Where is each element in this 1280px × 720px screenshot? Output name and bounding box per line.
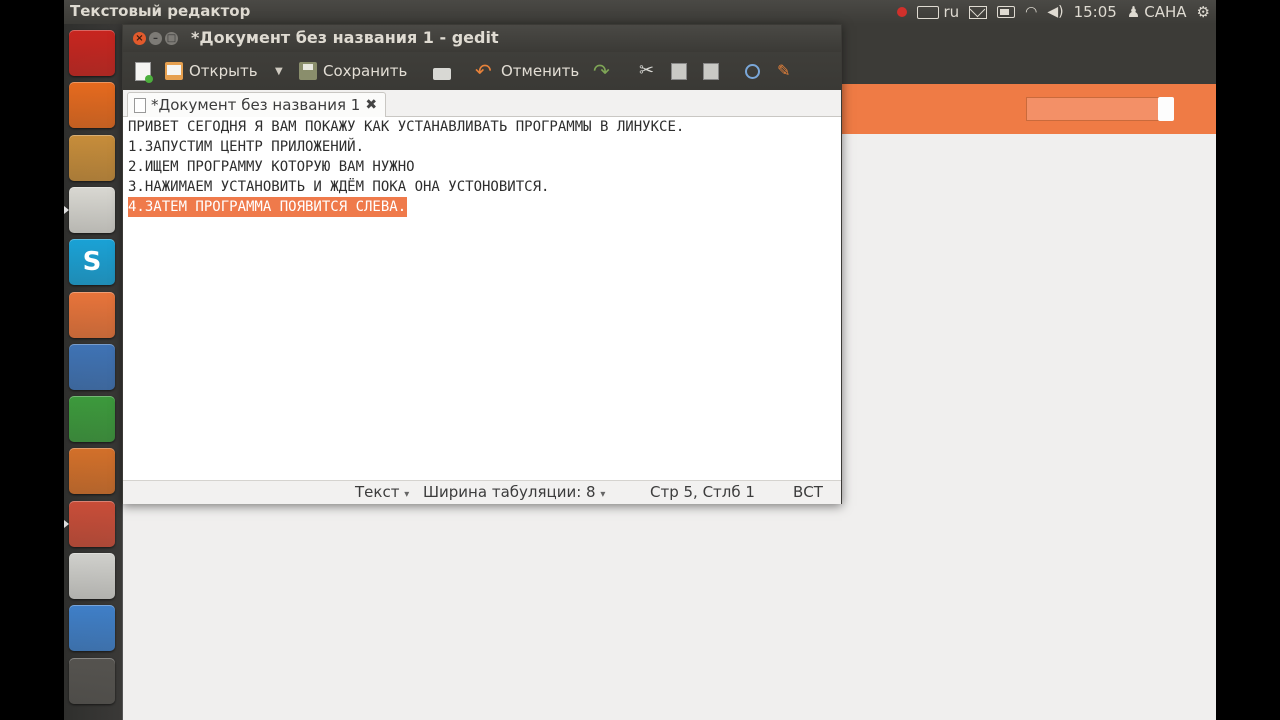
keyboard-icon [917,5,940,19]
document-tab-label: *Документ без названия 1 [151,96,361,114]
user-icon: ♟ [1126,3,1141,21]
tab-width-value: 8 [586,483,596,501]
tab-width-label: Ширина табуляции: [423,483,582,501]
launcher-rhythmbox-icon[interactable] [69,134,115,181]
text-line[interactable]: 2.ИЩЕМ ПРОГРАММУ КОТОРУЮ ВАМ НУЖНО [128,157,415,177]
top-panel: Текстовый редактор ru ◠ ◀) 15:05 ♟ САНА … [64,0,1216,24]
insert-mode: ВСТ [793,483,823,501]
copy-icon [671,62,687,80]
undo-button-label: Отменить [501,62,580,80]
scissors-icon: ✂ [639,60,655,81]
toolbar: Открыть ▼ Сохранить ↶ Отменить ↷ ✂ ✎ [123,52,841,90]
open-recent-dropdown[interactable]: ▼ [275,59,283,83]
window-title: *Документ без названия 1 - gedit [191,28,499,47]
document-tabbar: *Документ без названия 1 ✖ [123,90,841,117]
document-icon [134,97,146,113]
save-icon [299,62,317,80]
new-document-icon [135,61,153,83]
language-label: Текст [355,483,400,501]
clock[interactable]: 15:05 [1074,3,1117,21]
find-replace-icon: ✎ [777,61,791,80]
tab-width-selector[interactable]: Ширина табуляции: 8 ▾ [423,483,605,501]
save-button-label: Сохранить [323,62,408,80]
desktop: Текстовый редактор ru ◠ ◀) 15:05 ♟ САНА … [64,0,1216,720]
print-button[interactable] [433,59,451,83]
window-titlebar[interactable]: × – □ *Документ без названия 1 - gedit [123,25,841,52]
text-line[interactable]: 1.ЗАПУСТИМ ЦЕНТР ПРИЛОЖЕНИЙ. [128,137,364,157]
user-menu[interactable]: ♟ САНА [1127,3,1187,21]
text-line[interactable]: 3.НАЖИМАЕМ УСТАНОВИТЬ И ЖДЁМ ПОКА ОНА УС… [128,177,549,197]
find-button[interactable] [745,59,760,83]
background-search-field[interactable] [1026,97,1160,121]
minimize-icon[interactable]: – [149,32,162,45]
running-indicator [64,519,69,528]
background-window-toolbar [840,24,1216,84]
folder-icon [165,62,183,80]
launcher: S [64,24,123,720]
chevron-down-icon: ▾ [600,489,606,500]
selected-text-line[interactable]: 4.ЗАТЕМ ПРОГРАММА ПОЯВИТСЯ СЛЕВА. [128,197,408,217]
replace-button[interactable]: ✎ [777,59,795,83]
battery-icon[interactable] [997,6,1016,18]
volume-icon[interactable]: ◀) [1047,4,1063,20]
text-line[interactable]: ПРИВЕТ СЕГОДНЯ Я ВАМ ПОКАЖУ КАК УСТАНАВЛ… [128,117,684,137]
launcher-gedit-icon[interactable] [69,186,115,233]
indicator-area: ru ◠ ◀) 15:05 ♟ САНА ⚙ [897,0,1210,24]
document-tab[interactable]: *Документ без названия 1 ✖ [127,92,387,117]
paste-icon [703,62,719,80]
keyboard-indicator[interactable]: ru [917,3,959,21]
launcher-opera-icon[interactable] [69,30,115,76]
user-name: САНА [1144,3,1187,21]
launcher-ubuntu-software-center-icon[interactable] [69,500,115,547]
maximize-icon[interactable]: □ [165,32,178,45]
cursor-position: Стр 5, Стлб 1 [650,483,755,501]
undo-button[interactable]: ↶ Отменить [475,59,579,83]
save-button[interactable]: Сохранить [299,59,407,83]
running-indicator [64,205,69,214]
language-selector[interactable]: Текст ▾ [355,483,409,501]
record-indicator-icon[interactable] [897,7,908,17]
launcher-libreoffice-calc-icon[interactable] [69,396,115,443]
statusbar: Текст ▾ Ширина табуляции: 8 ▾ Стр 5, Стл… [123,480,841,504]
printer-icon [433,68,451,80]
search-icon [745,63,760,79]
open-button-label: Открыть [189,62,258,80]
background-search-knob[interactable] [1158,97,1174,121]
paste-button[interactable] [703,59,719,83]
chevron-down-icon: ▼ [275,65,283,77]
launcher-libreoffice-writer-icon[interactable] [69,343,115,390]
cut-button[interactable]: ✂ [639,59,657,83]
text-editor[interactable]: ПРИВЕТ СЕГОДНЯ Я ВАМ ПОКАЖУ КАК УСТАНАВЛ… [123,117,841,480]
launcher-skype-icon[interactable]: S [69,239,115,286]
keyboard-layout: ru [943,3,960,21]
redo-button[interactable]: ↷ [593,59,613,83]
chevron-down-icon: ▾ [404,489,410,500]
launcher-mail-icon[interactable] [69,553,115,599]
undo-icon: ↶ [475,59,492,83]
launcher-empathy-icon[interactable] [69,605,115,652]
open-button[interactable]: Открыть [165,59,258,83]
gedit-window: × – □ *Документ без названия 1 - gedit О… [122,24,842,504]
gear-icon[interactable]: ⚙ [1197,3,1210,21]
new-document-button[interactable] [135,59,153,83]
launcher-trash-icon[interactable] [69,657,115,704]
redo-icon: ↷ [593,59,610,83]
wifi-icon[interactable]: ◠ [1025,4,1037,20]
close-tab-icon[interactable]: ✖ [365,97,377,113]
mail-icon[interactable] [969,5,988,19]
window-controls: × – □ [133,32,178,45]
copy-button[interactable] [671,59,687,83]
active-app-title: Текстовый редактор [70,2,251,20]
close-icon[interactable]: × [133,32,146,45]
launcher-files-icon[interactable] [69,291,115,338]
launcher-libreoffice-impress-icon[interactable] [69,448,115,495]
launcher-firefox-icon[interactable] [69,82,115,129]
